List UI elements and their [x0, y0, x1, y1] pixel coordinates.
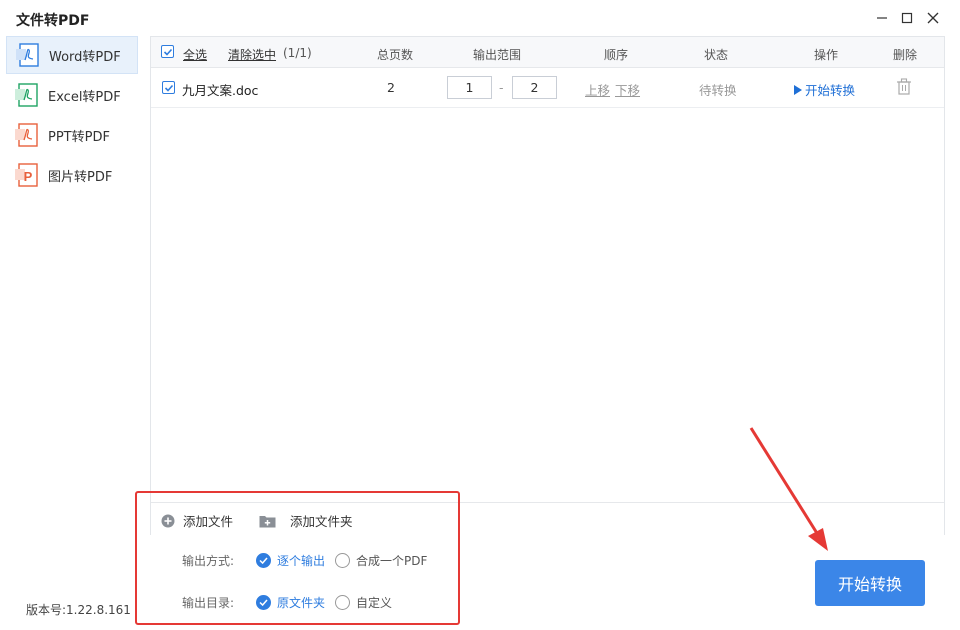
move-up-link[interactable]: 上移: [585, 80, 610, 99]
output-mode-merge-label: 合成一个PDF: [356, 554, 428, 568]
select-all-checkbox[interactable]: [161, 45, 174, 58]
sidebar-item-image-pdf[interactable]: P 图片转PDF: [6, 156, 138, 194]
app-title: 文件转PDF: [16, 13, 90, 29]
sidebar-item-ppt-pdf[interactable]: PPT转PDF: [6, 116, 138, 154]
output-dir-label: 输出目录:: [182, 596, 235, 610]
check-icon: [163, 48, 172, 56]
column-header-range: 输出范围: [473, 48, 522, 62]
row-checkbox[interactable]: [162, 81, 175, 94]
column-header-status: 状态: [704, 48, 729, 62]
minimize-icon: [877, 17, 887, 19]
add-file-label: 添加文件: [183, 514, 234, 529]
maximize-icon: [901, 12, 913, 24]
range-to-input[interactable]: 2: [512, 76, 557, 99]
close-icon: [927, 12, 939, 24]
move-down-link[interactable]: 下移: [615, 80, 640, 99]
radio-checked-icon: [256, 553, 271, 568]
output-dir-row: 输出目录: 原文件夹 自定义: [182, 594, 402, 611]
annotation-arrow-icon: [749, 427, 828, 551]
sidebar: Word转PDF Excel转PDF PPT转PDF P 图片转PDF 版本号:…: [0, 36, 143, 630]
output-mode-label: 输出方式:: [182, 554, 235, 568]
range-from-input[interactable]: 1: [447, 76, 492, 99]
start-convert-button[interactable]: 开始转换: [815, 560, 925, 606]
column-header-pages: 总页数: [377, 48, 414, 62]
file-name: 九月文案.doc: [182, 83, 259, 98]
select-all-link[interactable]: 全选: [183, 46, 207, 63]
column-header-action: 操作: [814, 48, 839, 62]
svg-text:P: P: [24, 169, 33, 184]
sidebar-item-excel-pdf[interactable]: Excel转PDF: [6, 76, 138, 114]
radio-unchecked-icon: [335, 595, 351, 610]
sidebar-item-label: PPT转PDF: [48, 129, 110, 145]
image-pdf-icon: P: [14, 162, 40, 188]
sidebar-item-label: Word转PDF: [49, 49, 121, 65]
table-row: 九月文案.doc 2 1 - 2 上移 下移 待转换 开始转换: [151, 68, 944, 108]
radio-unchecked-icon: [335, 553, 351, 568]
output-mode-individual-label: 逐个输出: [277, 554, 326, 568]
clear-selection-link[interactable]: 清除选中: [228, 46, 276, 63]
output-dir-custom-label: 自定义: [356, 596, 393, 610]
add-file-button[interactable]: 添加文件: [161, 511, 233, 530]
play-icon: [794, 84, 802, 95]
version-label: 版本号:1.22.8.161: [26, 603, 131, 617]
add-circle-icon: [161, 514, 175, 527]
delete-button[interactable]: [896, 78, 912, 99]
output-mode-merge-option[interactable]: 合成一个PDF: [335, 552, 427, 569]
sidebar-item-word-pdf[interactable]: Word转PDF: [6, 36, 138, 74]
start-convert-label: 开始转换: [805, 83, 856, 98]
trash-icon: [897, 78, 911, 95]
output-mode-individual-option[interactable]: 逐个输出: [256, 552, 325, 569]
minimize-button[interactable]: [870, 6, 894, 30]
radio-checked-icon: [256, 595, 271, 610]
selection-count: (1/1): [283, 46, 312, 60]
sidebar-item-label: Excel转PDF: [48, 89, 121, 105]
add-folder-label: 添加文件夹: [290, 514, 353, 529]
start-convert-link[interactable]: 开始转换: [793, 80, 855, 99]
output-dir-original-label: 原文件夹: [277, 596, 326, 610]
check-icon: [164, 84, 173, 92]
column-header-order: 顺序: [604, 48, 629, 62]
title-bar: 文件转PDF: [0, 0, 960, 36]
maximize-button[interactable]: [895, 6, 919, 30]
range-separator: -: [499, 80, 504, 95]
close-button[interactable]: [921, 6, 945, 30]
status-text: 待转换: [699, 83, 737, 98]
add-folder-button[interactable]: 添加文件夹: [259, 511, 353, 530]
page-count: 2: [387, 80, 395, 95]
output-mode-row: 输出方式: 逐个输出 合成一个PDF: [182, 552, 437, 569]
table-header: 全选 清除选中 (1/1) 总页数 输出范围 顺序 状态 操作 删除: [151, 37, 944, 68]
add-folder-icon: [259, 515, 276, 527]
sidebar-item-label: 图片转PDF: [48, 169, 113, 185]
ppt-pdf-icon: [14, 122, 40, 148]
column-header-delete: 删除: [893, 48, 918, 62]
output-dir-custom-option[interactable]: 自定义: [335, 594, 392, 611]
output-dir-original-option[interactable]: 原文件夹: [256, 594, 325, 611]
word-pdf-icon: [15, 42, 41, 68]
excel-pdf-icon: [14, 82, 40, 108]
